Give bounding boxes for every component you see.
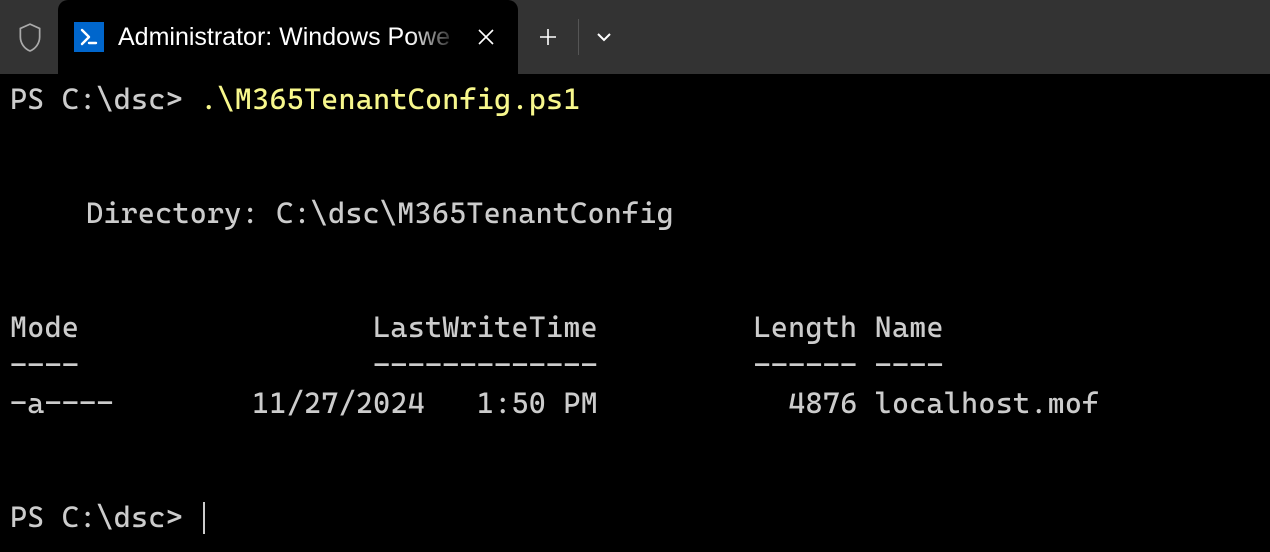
blank-line bbox=[10, 270, 1260, 308]
new-tab-button[interactable] bbox=[518, 0, 578, 74]
shield-icon bbox=[14, 19, 46, 55]
directory-path: C:\dsc\M365TenantConfig bbox=[276, 196, 674, 230]
blank-line bbox=[10, 156, 1260, 194]
sep-lastwrite: ------------- bbox=[373, 348, 598, 382]
prompt-line: PS C:\dsc> .\M365TenantConfig.ps1 bbox=[10, 80, 1260, 118]
sep-name: ---- bbox=[875, 348, 944, 382]
header-lastwrite: LastWriteTime bbox=[373, 310, 598, 344]
close-tab-button[interactable] bbox=[470, 21, 502, 53]
file-row: -a---- 11/27/2024 1:50 PM 4876 localhost… bbox=[10, 384, 1260, 422]
file-name: localhost.mof bbox=[875, 386, 1100, 420]
blank-line bbox=[10, 422, 1260, 460]
directory-line: Directory: C:\dsc\M365TenantConfig bbox=[10, 194, 1260, 232]
tab-title: Administrator: Windows Powe bbox=[118, 23, 460, 52]
blank-line bbox=[10, 118, 1260, 156]
powershell-icon bbox=[74, 22, 104, 52]
file-time: 1:50 PM bbox=[477, 386, 598, 420]
prompt-line-2: PS C:\dsc> bbox=[10, 498, 1260, 536]
tab-dropdown-button[interactable] bbox=[579, 0, 629, 74]
header-row: Mode LastWriteTime Length Name bbox=[10, 308, 1260, 346]
file-date: 11/27/2024 bbox=[252, 386, 425, 420]
separator-row: ---- ------------- ------ ---- bbox=[10, 346, 1260, 384]
blank-line bbox=[10, 460, 1260, 498]
header-name: Name bbox=[875, 310, 944, 344]
header-length: Length bbox=[754, 310, 858, 344]
command-text: .\M365TenantConfig.ps1 bbox=[200, 82, 580, 116]
prompt-text: PS C:\dsc> bbox=[10, 500, 200, 534]
sep-length: ------ bbox=[754, 348, 858, 382]
prompt-text: PS C:\dsc> bbox=[10, 82, 200, 116]
file-mode: -a---- bbox=[10, 386, 114, 420]
sep-mode: ---- bbox=[10, 348, 79, 382]
tab-title-wrap: Administrator: Windows Powe bbox=[118, 23, 460, 52]
terminal-output[interactable]: PS C:\dsc> .\M365TenantConfig.ps1 Direct… bbox=[0, 74, 1270, 542]
tab-powershell[interactable]: Administrator: Windows Powe bbox=[58, 0, 518, 74]
title-bar: Administrator: Windows Powe bbox=[0, 0, 1270, 74]
cursor bbox=[203, 502, 205, 534]
header-mode: Mode bbox=[10, 310, 79, 344]
file-length: 4876 bbox=[788, 386, 857, 420]
directory-label: Directory: bbox=[86, 196, 276, 230]
blank-line bbox=[10, 232, 1260, 270]
